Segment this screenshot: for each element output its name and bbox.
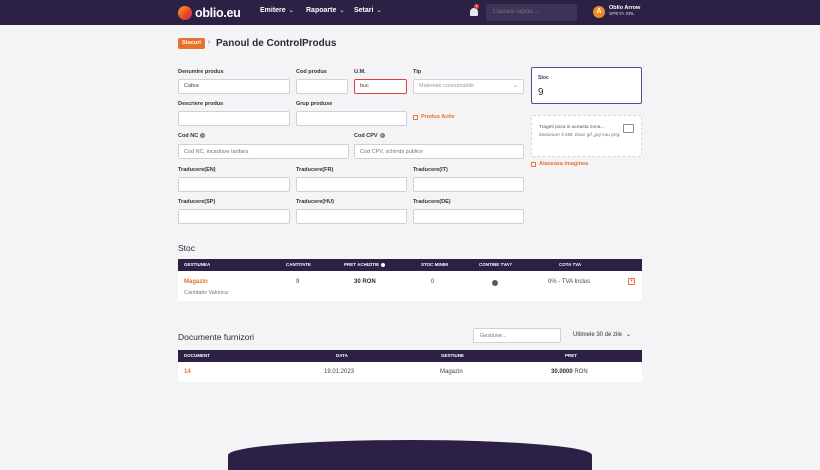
- gestiune-filter-input[interactable]: [473, 328, 561, 343]
- traducere-it-label: Traducere(IT): [413, 167, 448, 173]
- brand-name: oblio.eu: [195, 6, 241, 20]
- chevron-down-icon: ⌄: [376, 8, 382, 14]
- brand-logo[interactable]: oblio.eu: [178, 5, 241, 21]
- grup-label: Grup produse: [296, 101, 333, 107]
- grup-input[interactable]: [296, 111, 407, 126]
- oblio-logo-icon: [178, 6, 192, 20]
- quick-search-input[interactable]: [486, 4, 577, 21]
- documente-table-header: DOCUMENT DATA GESTIUNE PRET: [178, 350, 642, 362]
- user-avatar[interactable]: A: [593, 6, 605, 18]
- traducere-hu-label: Traducere(HU): [296, 199, 334, 205]
- image-placeholder-icon: [623, 124, 634, 133]
- um-input[interactable]: buc: [354, 79, 407, 94]
- stoc-gestiune-type: Cantitativ Valorica: [184, 290, 228, 296]
- dropzone-hint: Trageti poza in aceasta zona...: [539, 125, 605, 130]
- image-dropzone[interactable]: Trageti poza in aceasta zona... Maximum …: [531, 115, 642, 157]
- th-cantitate: CANTITATE: [286, 262, 311, 267]
- traducere-fr-input[interactable]: [296, 177, 407, 192]
- cod-produs-label: Cod produs: [296, 69, 327, 75]
- cod-cpv-label: Cod CPV?: [354, 133, 385, 139]
- th-gestiunea: GESTIUNEA: [184, 262, 211, 267]
- stoc-gestiune-link[interactable]: Magazin: [184, 279, 208, 285]
- notification-count-badge: 1: [474, 4, 479, 9]
- document-gestiune: Magazin: [440, 369, 463, 375]
- stoc-cota-tva: 0% - TVA Inclus: [548, 279, 591, 285]
- chevron-down-icon: ⌄: [512, 83, 518, 89]
- traducere-en-input[interactable]: [178, 177, 290, 192]
- user-name[interactable]: Oblio Arrow: [609, 5, 640, 11]
- th-contine-tva: CONTINE TVA?: [479, 262, 512, 267]
- traducere-it-input[interactable]: [413, 177, 524, 192]
- breadcrumb-stocuri-badge[interactable]: Stocuri: [178, 38, 205, 49]
- chevron-down-icon: ⌄: [288, 8, 294, 14]
- stoc-table-row: [178, 271, 642, 301]
- traducere-hu-input[interactable]: [296, 209, 407, 224]
- dropzone-limits: Maximum 5 MB. Doar gif, jpg sau png.: [539, 133, 621, 138]
- chevron-down-icon: ⌄: [626, 332, 632, 338]
- traducere-en-label: Traducere(EN): [178, 167, 216, 173]
- th-pret: PRET: [565, 353, 578, 358]
- help-icon[interactable]: ?: [379, 133, 385, 139]
- footer-decoration: [228, 440, 592, 470]
- stoc-table-header: GESTIUNEA CANTITATE PRET ACHIZITIE STOC …: [178, 259, 642, 271]
- expand-row-icon[interactable]: ▾: [628, 278, 635, 285]
- tip-label: Tip: [413, 69, 422, 75]
- traducere-sp-input[interactable]: [178, 209, 290, 224]
- notifications-bell-icon[interactable]: [470, 8, 478, 16]
- denumire-input[interactable]: Cafea: [178, 79, 290, 94]
- stoc-summary-title: Stoc: [538, 75, 549, 81]
- document-number-link[interactable]: 14: [184, 369, 191, 375]
- stoc-summary-card: Stoc 9: [531, 67, 642, 104]
- traducere-sp-label: Traducere(SP): [178, 199, 216, 205]
- nav-setari[interactable]: Setari ⌄: [354, 7, 382, 14]
- document-date: 19.01.2023: [324, 369, 355, 375]
- page-title: Produs: [302, 38, 337, 49]
- period-select[interactable]: Ultimele 30 de zile ⌄: [567, 328, 642, 343]
- image-icon: [531, 161, 536, 167]
- cod-produs-input[interactable]: [296, 79, 348, 94]
- th-stoc-minim: STOC MINIM: [421, 262, 448, 267]
- stoc-minim: 0: [431, 279, 435, 285]
- um-label: U.M.: [354, 69, 366, 75]
- nav-emitere[interactable]: Emitere ⌄: [260, 7, 294, 14]
- descriere-label: Descriere produs: [178, 101, 224, 107]
- document-pret: 30.0000 RON: [551, 369, 588, 375]
- th-gestiune: GESTIUNE: [441, 353, 465, 358]
- stoc-summary-value: 9: [538, 87, 544, 98]
- th-data: DATA: [336, 353, 348, 358]
- cod-cpv-input[interactable]: [354, 144, 524, 159]
- breadcrumb-panoul-de-control[interactable]: Panoul de Control: [216, 38, 302, 49]
- cod-nc-label: Cod NC?: [178, 133, 206, 139]
- cod-nc-input[interactable]: [178, 144, 349, 159]
- stoc-section-title: Stoc: [178, 243, 196, 253]
- attach-image-link[interactable]: Ataseaza imaginea: [531, 161, 588, 167]
- traducere-de-input[interactable]: [413, 209, 524, 224]
- traducere-de-label: Traducere(DE): [413, 199, 451, 205]
- chevron-down-icon: ⌄: [339, 8, 345, 14]
- stoc-pret: 30 RON: [354, 279, 376, 285]
- top-navbar: [0, 0, 820, 25]
- documente-section-title: Documente furnizori: [178, 332, 255, 342]
- help-icon[interactable]: ?: [200, 133, 206, 139]
- nav-rapoarte[interactable]: Rapoarte ⌄: [306, 7, 344, 14]
- th-document: DOCUMENT: [184, 353, 210, 358]
- checkbox-icon: [413, 114, 418, 120]
- stoc-cantitate: 9: [296, 279, 300, 285]
- denumire-label: Denumire produs: [178, 69, 224, 75]
- th-cota-tva: COTA TVA: [559, 262, 582, 267]
- info-icon[interactable]: [381, 262, 386, 267]
- traducere-fr-label: Traducere(FR): [296, 167, 334, 173]
- tip-select[interactable]: Materiale consumabile ⌄: [413, 79, 524, 94]
- breadcrumb-separator-icon: ›: [294, 39, 297, 46]
- user-company: SPETA SRL: [609, 12, 635, 17]
- th-pret-achizitie: PRET ACHIZITIE: [344, 259, 386, 271]
- breadcrumb-separator-icon: ›: [208, 39, 211, 46]
- contine-tva-icon: [492, 280, 498, 286]
- descriere-input[interactable]: [178, 111, 290, 126]
- produs-activ-checkbox[interactable]: Produs Activ: [413, 114, 455, 120]
